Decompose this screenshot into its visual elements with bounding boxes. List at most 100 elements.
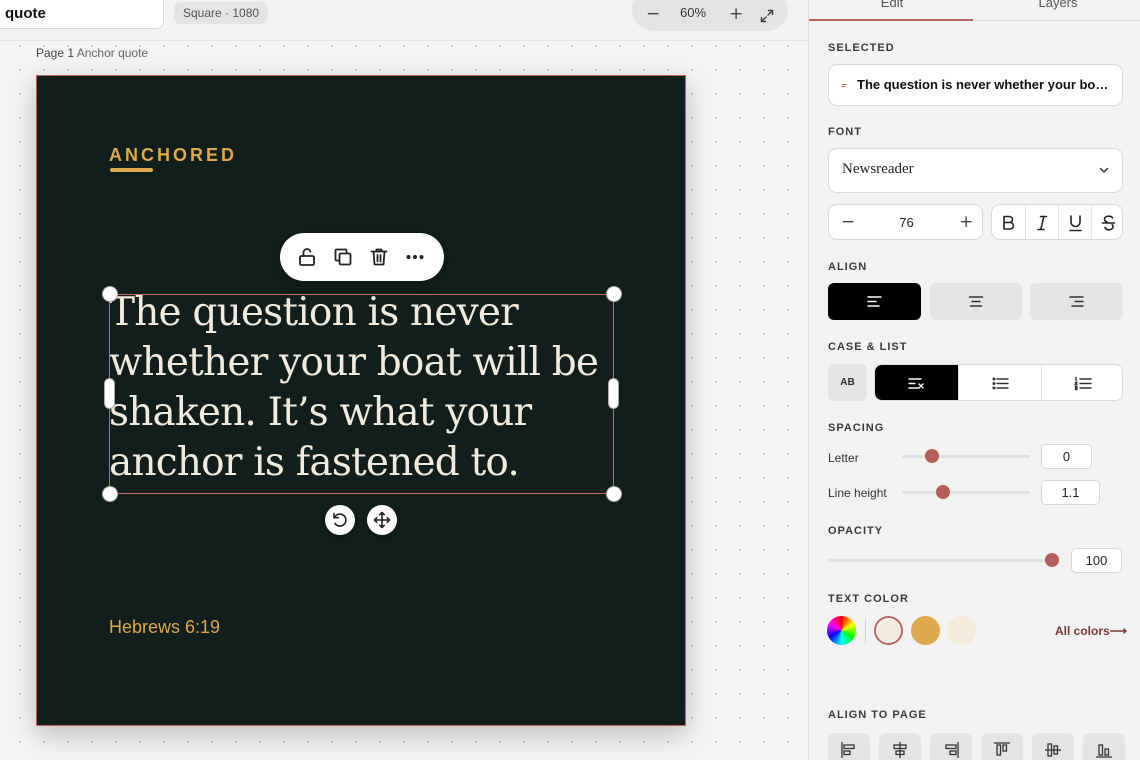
- align-page-top-button[interactable]: [981, 733, 1023, 760]
- resize-handle-right[interactable]: [609, 379, 618, 408]
- align-page-middle-button[interactable]: [1032, 733, 1074, 760]
- canvas-top-bar: quote Square · 1080 − 60% +: [0, 0, 808, 41]
- align-bottom-icon: [1096, 744, 1112, 758]
- no-list-button[interactable]: [875, 365, 958, 400]
- align-left-button[interactable]: [828, 283, 921, 320]
- canvas-area[interactable]: quote Square · 1080 − 60% + Page 1 Ancho…: [0, 0, 808, 760]
- font-family-select[interactable]: Newsreader: [828, 148, 1123, 193]
- align-page-bottom-button[interactable]: [1083, 733, 1125, 760]
- rotate-icon: [333, 512, 347, 527]
- more-icon[interactable]: [403, 245, 427, 269]
- line-height-knob[interactable]: [936, 485, 950, 499]
- align-section-label: ALIGN: [828, 261, 868, 273]
- zoom-control: − 60% +: [632, 0, 788, 31]
- italic-button[interactable]: [1025, 205, 1058, 239]
- numbered-list-button[interactable]: [1041, 365, 1122, 400]
- reference-text[interactable]: Hebrews 6:19: [109, 617, 220, 638]
- page-number: Page 1: [36, 46, 75, 60]
- brand-label[interactable]: ANCHORED: [109, 145, 237, 166]
- text-align-center-icon: [968, 296, 984, 307]
- resize-handle-bottom-right[interactable]: [607, 487, 621, 501]
- line-height-input[interactable]: 1.1: [1041, 480, 1100, 505]
- list-style-group: [874, 364, 1123, 401]
- text-style-group: [991, 204, 1123, 240]
- opacity-track[interactable]: [828, 559, 1055, 562]
- tab-edit[interactable]: Edit: [809, 0, 975, 10]
- align-center-button[interactable]: [930, 283, 1022, 320]
- floating-toolbar: [280, 233, 444, 281]
- align-left-icon: [841, 742, 855, 758]
- color-swatch-light-cream[interactable]: [947, 616, 976, 645]
- color-swatch-cream-selected[interactable]: [874, 616, 903, 645]
- resize-handle-left[interactable]: [105, 379, 114, 408]
- text-layer-icon: [841, 84, 847, 87]
- letter-spacing-track[interactable]: [902, 455, 1030, 458]
- document-name-field[interactable]: quote: [0, 0, 164, 29]
- trash-icon[interactable]: [367, 245, 391, 269]
- underline-icon: [1069, 215, 1082, 232]
- color-swatch-gold[interactable]: [911, 616, 940, 645]
- letter-spacing-knob[interactable]: [925, 449, 939, 463]
- bold-button[interactable]: [992, 205, 1025, 239]
- letter-spacing-input[interactable]: 0: [1041, 444, 1092, 469]
- expand-icon[interactable]: [760, 4, 774, 32]
- text-align-left-icon: [867, 296, 882, 307]
- properties-panel: Edit Layers SELECTED The question is nev…: [808, 0, 1140, 760]
- align-page-right-button[interactable]: [930, 733, 972, 760]
- font-family-value: Newsreader: [842, 161, 914, 177]
- opacity-input[interactable]: 100: [1071, 548, 1122, 573]
- font-section-label: FONT: [828, 126, 862, 138]
- font-size-stepper[interactable]: − 76 +: [828, 204, 983, 240]
- align-page-left-button[interactable]: [828, 733, 870, 760]
- opacity-knob[interactable]: [1045, 553, 1059, 567]
- zoom-in-button[interactable]: +: [729, 0, 743, 28]
- tab-layers[interactable]: Layers: [975, 0, 1140, 10]
- resize-handle-top-left[interactable]: [103, 287, 117, 301]
- align-top-icon: [994, 742, 1010, 756]
- align-middle-icon: [1045, 743, 1061, 757]
- move-icon: [373, 511, 391, 529]
- panel-tabs: Edit Layers: [809, 0, 1140, 21]
- unlock-icon[interactable]: [295, 245, 319, 269]
- brand-underline[interactable]: [110, 168, 153, 172]
- color-picker-swatch[interactable]: [827, 616, 856, 645]
- all-colors-link[interactable]: All colors⟶: [1055, 624, 1127, 638]
- no-list-icon: [908, 378, 924, 389]
- move-button[interactable]: [367, 505, 397, 535]
- letter-spacing-label: Letter: [828, 451, 859, 465]
- swatch-divider: [865, 619, 866, 643]
- align-right-icon: [945, 742, 959, 758]
- align-page-center-button[interactable]: [879, 733, 921, 760]
- design-page[interactable]: ANCHORED The question is never whether y…: [36, 75, 686, 726]
- align-to-page-section-label: ALIGN TO PAGE: [828, 709, 927, 721]
- align-right-button[interactable]: [1030, 283, 1123, 320]
- canvas-size-chip[interactable]: Square · 1080: [174, 2, 269, 24]
- line-height-label: Line height: [828, 486, 887, 500]
- rotate-button[interactable]: [325, 505, 355, 535]
- selected-section-label: SELECTED: [828, 42, 895, 54]
- case-list-section-label: CASE & LIST: [828, 341, 908, 353]
- spacing-section-label: SPACING: [828, 422, 885, 434]
- selection-box: [109, 294, 614, 494]
- line-height-track[interactable]: [902, 491, 1030, 494]
- text-align-right-icon: [1069, 296, 1084, 307]
- strikethrough-icon: [1101, 215, 1116, 231]
- zoom-level[interactable]: 60%: [680, 0, 706, 26]
- arrow-right-icon: ⟶: [1109, 624, 1127, 638]
- selected-element-card[interactable]: The question is never whether your boat …: [828, 64, 1123, 106]
- text-color-section-label: TEXT COLOR: [828, 593, 909, 605]
- zoom-out-button[interactable]: −: [646, 0, 660, 28]
- strikethrough-button[interactable]: [1091, 205, 1122, 239]
- bullet-list-button[interactable]: [958, 365, 1041, 400]
- page-name[interactable]: Anchor quote: [77, 46, 148, 60]
- page-label: Page 1 Anchor quote: [36, 46, 148, 60]
- text-case-button[interactable]: AB: [828, 364, 867, 401]
- underline-button[interactable]: [1058, 205, 1091, 239]
- bullet-list-icon: [992, 377, 1009, 390]
- selected-element-text: The question is never whether your boat …: [857, 77, 1112, 92]
- duplicate-icon[interactable]: [331, 245, 355, 269]
- opacity-section-label: OPACITY: [828, 525, 884, 537]
- resize-handle-bottom-left[interactable]: [103, 487, 117, 501]
- resize-handle-top-right[interactable]: [607, 287, 621, 301]
- font-size-increase-button[interactable]: +: [959, 212, 973, 232]
